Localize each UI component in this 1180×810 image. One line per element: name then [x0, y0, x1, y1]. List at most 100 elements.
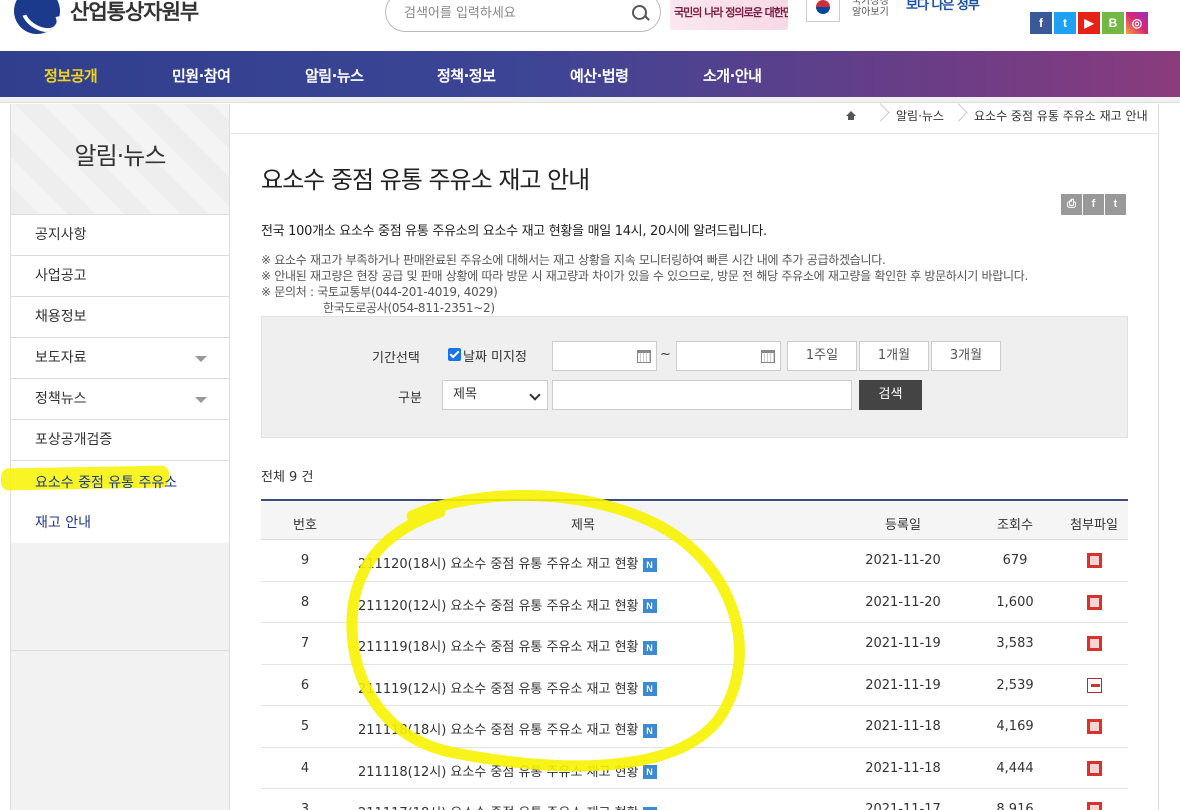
search-button[interactable]: 검색: [859, 380, 922, 410]
row-title: 211118(12시) 요소수 중점 유통 주유소 재고 현황 N: [358, 761, 657, 780]
logo-text: 산업통상자원부: [70, 0, 199, 24]
new-badge: N: [642, 765, 657, 779]
nav-news[interactable]: 알림·뉴스: [305, 65, 364, 86]
new-badge: N: [642, 806, 657, 810]
sidebar: 알림·뉴스 공지사항 사업공고 채용정보 보도자료 정책뉴스 포상공개검증 요소…: [1, 104, 230, 810]
new-badge: N: [642, 599, 657, 613]
sidebar-menu: 공지사항 사업공고 채용정보 보도자료 정책뉴스 포상공개검증 요소수 중점 유…: [1, 214, 229, 543]
row-title: 211119(18시) 요소수 중점 유통 주유소 재고 현황 N: [358, 636, 657, 655]
hwp-file-icon[interactable]: [1086, 802, 1102, 810]
hwp-file-icon[interactable]: [1086, 553, 1102, 568]
table-row: 4 211118(12시) 요소수 중점 유통 주유소 재고 현황 N 2021-11…: [261, 748, 1128, 789]
period-3month-button[interactable]: 3개월: [931, 341, 1001, 371]
search-type-select[interactable]: 제목: [442, 380, 548, 410]
hwp-file-icon[interactable]: [1086, 719, 1102, 734]
row-attachment: [1069, 594, 1119, 610]
better-government-banner[interactable]: 보다 나은 정부: [906, 0, 980, 13]
blog-icon[interactable]: B: [1102, 12, 1124, 34]
breadcrumb-item[interactable]: 알림·뉴스: [896, 107, 944, 124]
twitter-icon[interactable]: t: [1054, 12, 1076, 34]
social-links: f t ▶ B ◎: [1030, 12, 1148, 34]
promo-banner-text: 국민의 나라 정의로운 대한민국: [674, 6, 788, 19]
sidebar-item-policy-news[interactable]: 정책뉴스: [11, 378, 229, 419]
row-title-link[interactable]: 211118(18시) 요소수 중점 유통 주유소 재고 현황: [358, 723, 639, 738]
row-title: 211118(18시) 요소수 중점 유통 주유소 재고 현황 N: [358, 719, 657, 738]
row-title-link[interactable]: 211119(12시) 요소수 중점 유통 주유소 재고 현황: [358, 682, 639, 697]
nav-civil-participation[interactable]: 민원·참여: [172, 65, 231, 86]
sidebar-item-urea-stations[interactable]: 요소수 중점 유통 주유소 재고 안내: [1, 460, 229, 543]
ministry-logo[interactable]: 산업통상자원부: [14, 0, 199, 34]
sidebar-item-recruitment[interactable]: 채용정보: [11, 296, 229, 337]
type-label: 구분: [398, 391, 422, 406]
nav-divider: [0, 97, 1180, 103]
nav-policy[interactable]: 정책·정보: [437, 65, 496, 86]
no-date-checkbox[interactable]: [448, 348, 461, 361]
row-title: 211119(12시) 요소수 중점 유통 주유소 재고 현황 N: [358, 678, 657, 697]
row-attachment: [1069, 677, 1119, 693]
table-row: 5 211118(18시) 요소수 중점 유통 주유소 재고 현황 N 2021-11…: [261, 706, 1128, 748]
youtube-icon[interactable]: ▶: [1078, 12, 1100, 34]
row-date: 2021-11-17: [865, 802, 941, 810]
row-date: 2021-11-18: [865, 719, 941, 734]
row-title-link[interactable]: 211120(12시) 요소수 중점 유통 주유소 재고 현황: [358, 599, 639, 614]
facebook-icon[interactable]: f: [1030, 12, 1052, 34]
print-icon[interactable]: ⎙: [1061, 194, 1082, 215]
row-views: 1,600: [996, 594, 1034, 610]
twitter-share-icon[interactable]: t: [1105, 194, 1126, 215]
site-search-input[interactable]: [404, 3, 624, 23]
page-intro: 전국 100개소 요소수 중점 유통 주유소의 요소수 재고 현황을 매일 14…: [261, 224, 767, 239]
row-title-link[interactable]: 211117(18시) 요소수 중점 유통 주유소 재고 현황: [358, 806, 639, 810]
calendar-icon[interactable]: [637, 350, 651, 363]
end-date-input[interactable]: [676, 341, 781, 371]
row-attachment: [1069, 760, 1119, 776]
share-buttons: ⎙ f t: [1061, 194, 1126, 215]
hwp-file-icon[interactable]: [1086, 760, 1102, 776]
total-count: 전체 9 건: [261, 470, 314, 485]
row-date: 2021-11-20: [865, 594, 941, 610]
hwp-file-icon[interactable]: [1086, 636, 1102, 651]
promo-banner[interactable]: 국민의 나라 정의로운 대한민국: [670, 0, 788, 30]
header-attachment: 첨부파일: [1070, 518, 1118, 533]
instagram-icon[interactable]: ◎: [1126, 12, 1148, 34]
taeguk-logo-icon: [14, 0, 60, 34]
row-views: 3,583: [996, 636, 1034, 651]
row-title-link[interactable]: 211120(18시) 요소수 중점 유통 주유소 재고 현황: [358, 557, 639, 572]
new-badge: N: [642, 723, 657, 738]
chevron-down-icon[interactable]: [195, 397, 207, 403]
calendar-icon[interactable]: [761, 350, 775, 363]
sidebar-item-notices[interactable]: 공지사항: [11, 214, 229, 255]
start-date-input[interactable]: [552, 341, 657, 371]
chevron-down-icon[interactable]: [195, 356, 207, 362]
site-header: 산업통상자원부 국민의 나라 정의로운 대한민국 국가상징 알아보기 보다 나은…: [0, 0, 1180, 51]
facebook-share-icon[interactable]: f: [1083, 194, 1104, 215]
row-number: 3: [300, 802, 310, 810]
sidebar-item-award-verification[interactable]: 포상공개검증: [11, 419, 229, 460]
sidebar-item-press-releases[interactable]: 보도자료: [11, 337, 229, 378]
search-icon[interactable]: [630, 3, 650, 23]
note-line: ※ 문의처 : 국토교통부(044-201-4019, 4029): [261, 285, 498, 299]
pdf-file-icon[interactable]: [1086, 677, 1102, 693]
sidebar-title: 알림·뉴스: [11, 104, 229, 214]
keyword-input[interactable]: [552, 380, 852, 410]
nav-budget-law[interactable]: 예산·법령: [570, 65, 629, 86]
national-symbol-banner[interactable]: 국가상징 알아보기: [804, 0, 900, 28]
row-title-link[interactable]: 211118(12시) 요소수 중점 유통 주유소 재고 현황: [358, 765, 639, 780]
home-icon[interactable]: [836, 104, 866, 126]
sidebar-item-label: 보도자료: [35, 350, 87, 366]
row-attachment: [1069, 802, 1119, 810]
no-date-label[interactable]: 날짜 미지정: [463, 346, 527, 365]
row-views: 4,169: [996, 719, 1034, 734]
row-number: 6: [300, 677, 310, 693]
hwp-file-icon[interactable]: [1086, 594, 1102, 610]
nav-about[interactable]: 소개·안내: [703, 65, 762, 86]
period-1week-button[interactable]: 1주일: [787, 341, 857, 371]
table-row: 7 211119(18시) 요소수 중점 유통 주유소 재고 현황 N 2021-11…: [261, 623, 1128, 665]
new-badge: N: [642, 557, 657, 572]
nav-info-disclosure[interactable]: 정보공개: [44, 65, 98, 86]
taegukgi-icon: [806, 0, 840, 22]
row-title-link[interactable]: 211119(18시) 요소수 중점 유통 주유소 재고 현황: [358, 640, 639, 655]
date-range-separator: ~: [660, 347, 671, 362]
period-1month-button[interactable]: 1개월: [859, 341, 929, 371]
row-views: 2,539: [996, 677, 1034, 693]
sidebar-item-business-announcements[interactable]: 사업공고: [11, 255, 229, 296]
